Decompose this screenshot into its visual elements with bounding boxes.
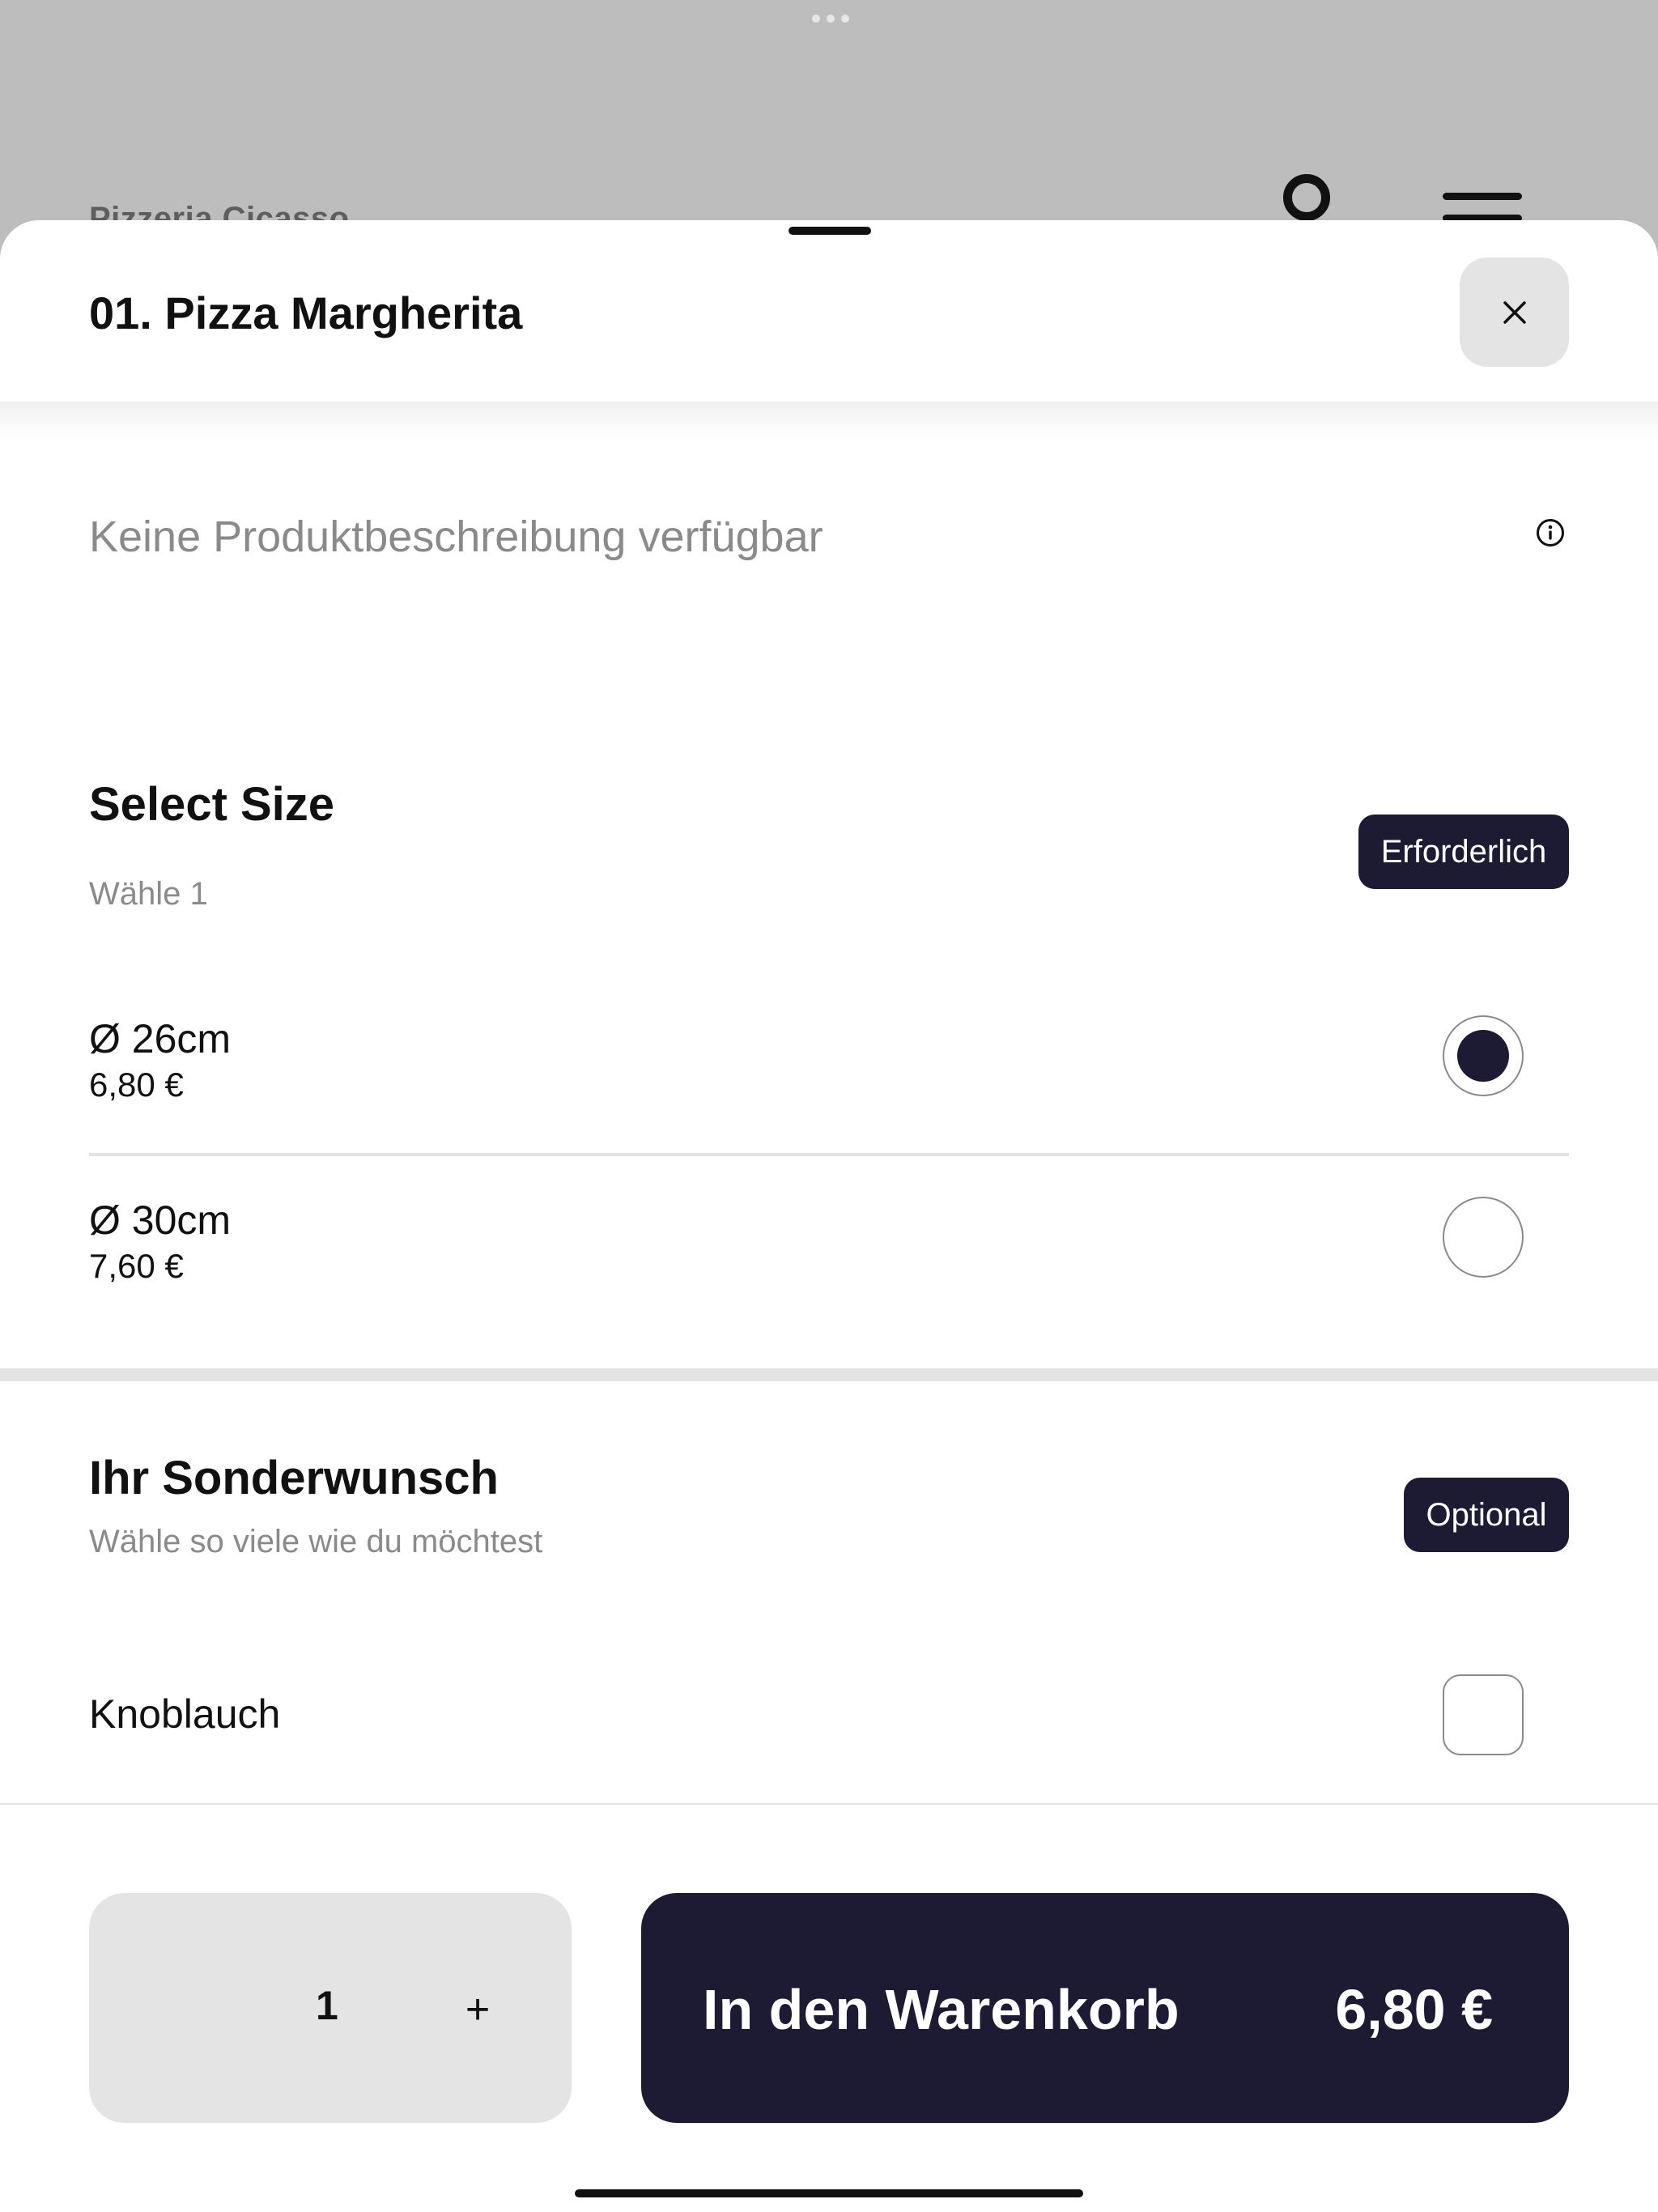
option-divider (89, 1153, 1569, 1156)
radio-dot (1457, 1030, 1509, 1082)
size-section-title: Select Size (89, 778, 335, 831)
size-radio-unselected[interactable] (1443, 1197, 1524, 1278)
sheet-grabber[interactable] (789, 227, 871, 235)
extra-option-label: Knoblauch (89, 1691, 281, 1737)
background-page: Pizzeria Cicasso (0, 0, 1658, 243)
sheet-header: 01. Pizza Margherita (0, 220, 1658, 402)
quantity-value: 1 (316, 1983, 338, 2028)
size-option-label: Ø 30cm (89, 1197, 232, 1243)
extra-option-knoblauch[interactable]: Knoblauch (89, 1674, 1569, 1763)
quantity-stepper: 1 + (89, 1893, 572, 2123)
header-shadow (0, 402, 1658, 442)
extras-section-title: Ihr Sonderwunsch (89, 1452, 499, 1504)
size-option-price: 6,80 € (89, 1066, 184, 1104)
size-option-price: 7,60 € (89, 1247, 184, 1285)
add-to-cart-label: In den Warenkorb (703, 1978, 1180, 2041)
account-icon[interactable] (1283, 174, 1330, 221)
product-description: Keine Produktbeschreibung verfügbar (89, 513, 823, 561)
product-sheet: 01. Pizza Margherita Keine Produktbeschr… (0, 220, 1658, 2212)
footer-divider (0, 1803, 1658, 1805)
home-indicator[interactable] (575, 2189, 1083, 2197)
size-option-30cm[interactable]: Ø 30cm 7,60 € (89, 1197, 1569, 1351)
required-badge: Erforderlich (1358, 815, 1569, 889)
size-option-26cm[interactable]: Ø 26cm 6,80 € (89, 1015, 1569, 1169)
close-icon (1503, 300, 1526, 324)
add-to-cart-button[interactable]: In den Warenkorb 6,80 € (641, 1893, 1569, 2123)
extra-checkbox[interactable] (1443, 1674, 1524, 1755)
add-to-cart-price: 6,80 € (1335, 1978, 1493, 2041)
close-button[interactable] (1460, 257, 1569, 367)
product-title: 01. Pizza Margherita (89, 287, 523, 338)
quantity-plus-button[interactable]: + (445, 1977, 510, 2042)
size-section-subtitle: Wähle 1 (89, 876, 208, 912)
size-option-label: Ø 26cm (89, 1016, 232, 1061)
multitasking-dots-icon[interactable] (812, 15, 849, 23)
size-radio-selected[interactable] (1443, 1015, 1524, 1096)
optional-badge: Optional (1404, 1478, 1569, 1552)
extras-section-subtitle: Wähle so viele wie du möchtest (89, 1524, 543, 1559)
section-separator (0, 1368, 1658, 1381)
info-icon[interactable] (1536, 518, 1565, 547)
